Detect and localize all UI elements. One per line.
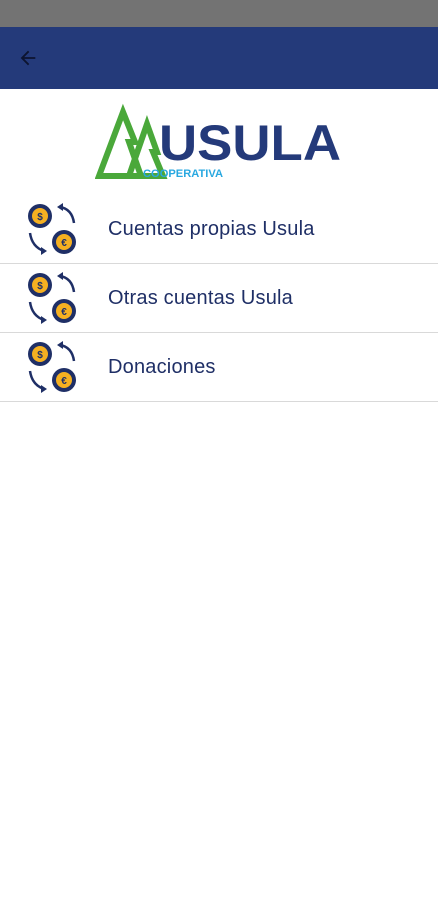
coin-exchange-icon: $ € — [28, 341, 76, 393]
usula-logo: USULA COOPERATIVA — [95, 102, 345, 184]
tree-logo-mark — [95, 103, 168, 179]
svg-text:€: € — [61, 376, 67, 387]
app-bar — [0, 27, 438, 89]
back-button[interactable] — [14, 44, 42, 72]
logo-tagline: COOPERATIVA — [143, 168, 223, 180]
logo-wordmark: USULA — [159, 115, 341, 171]
transfer-menu: $ € Cuentas propias Usula $ € Otras cuen… — [0, 195, 438, 402]
status-bar — [0, 0, 438, 27]
menu-item-label: Cuentas propias Usula — [108, 217, 315, 240]
svg-text:$: $ — [37, 281, 43, 292]
menu-item-otras-cuentas[interactable]: $ € Otras cuentas Usula — [0, 264, 438, 333]
svg-text:$: $ — [37, 350, 43, 361]
arrow-left-icon — [20, 50, 36, 66]
menu-item-label: Donaciones — [108, 355, 216, 378]
svg-text:€: € — [61, 238, 67, 249]
menu-item-label: Otras cuentas Usula — [108, 286, 293, 309]
menu-item-donaciones[interactable]: $ € Donaciones — [0, 333, 438, 402]
svg-text:€: € — [61, 307, 67, 318]
coin-exchange-icon: $ € — [28, 272, 76, 324]
svg-text:$: $ — [37, 212, 43, 223]
coin-exchange-icon: $ € — [28, 203, 76, 255]
menu-item-cuentas-propias[interactable]: $ € Cuentas propias Usula — [0, 195, 438, 264]
